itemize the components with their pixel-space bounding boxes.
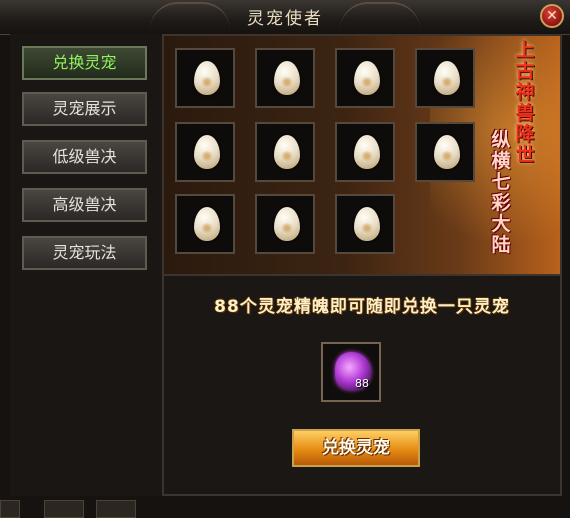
- item-slot[interactable]: 88: [321, 342, 381, 402]
- pet-envoy-window: 灵宠使者 ✕ 兑换灵宠 灵宠展示 低级兽决 高级兽决 灵宠玩法 上古神兽降世 纵…: [0, 0, 570, 518]
- egg-icon: [194, 207, 220, 241]
- close-icon: ✕: [546, 8, 558, 24]
- menu-label: 低级兽决: [52, 147, 117, 166]
- egg-icon: [354, 61, 380, 95]
- exchange-info-text: 88个灵宠精魄即可随即兑换一只灵宠: [214, 297, 510, 317]
- item-count: 88: [355, 377, 369, 390]
- menu-label: 灵宠玩法: [52, 243, 117, 262]
- egg-slot[interactable]: [335, 122, 395, 182]
- slogan-line-1: 上古神兽降世: [515, 39, 535, 166]
- egg-slot[interactable]: [255, 194, 315, 254]
- slogan-line-2: 纵横七彩大陆: [491, 129, 511, 256]
- menu-label: 兑换灵宠: [52, 53, 117, 72]
- bottom-tab[interactable]: [0, 500, 20, 518]
- egg-slot[interactable]: [255, 48, 315, 108]
- menu-exchange-pet[interactable]: 兑换灵宠: [22, 46, 147, 80]
- bottom-tab[interactable]: [96, 500, 136, 518]
- egg-icon: [194, 61, 220, 95]
- menu-pet-gameplay[interactable]: 灵宠玩法: [22, 236, 147, 270]
- bottom-tab-strip: [0, 500, 200, 518]
- window-title: 灵宠使者: [247, 9, 323, 29]
- exchange-button-label: 兑换灵宠: [322, 438, 390, 458]
- egg-icon: [274, 61, 300, 95]
- egg-icon: [274, 207, 300, 241]
- menu-label: 灵宠展示: [52, 99, 117, 118]
- menu-pet-showcase[interactable]: 灵宠展示: [22, 92, 147, 126]
- egg-icon: [354, 135, 380, 169]
- egg-slot[interactable]: [175, 194, 235, 254]
- egg-icon: [354, 207, 380, 241]
- menu-high-skill[interactable]: 高级兽决: [22, 188, 147, 222]
- exchange-pet-button[interactable]: 兑换灵宠: [292, 429, 420, 467]
- egg-slot[interactable]: [415, 48, 475, 108]
- menu-label: 高级兽决: [52, 195, 117, 214]
- close-button[interactable]: ✕: [540, 4, 564, 28]
- egg-icon: [194, 135, 220, 169]
- egg-slot[interactable]: [415, 122, 475, 182]
- egg-icon: [434, 61, 460, 95]
- egg-icon: [434, 135, 460, 169]
- egg-slot[interactable]: [175, 48, 235, 108]
- sidebar: 兑换灵宠 灵宠展示 低级兽决 高级兽决 灵宠玩法: [10, 34, 164, 496]
- bottom-tab[interactable]: [44, 500, 84, 518]
- egg-icon: [274, 135, 300, 169]
- title-bar: 灵宠使者 ✕: [0, 0, 570, 35]
- menu-low-skill[interactable]: 低级兽决: [22, 140, 147, 174]
- egg-slot[interactable]: [175, 122, 235, 182]
- egg-slot[interactable]: [335, 48, 395, 108]
- egg-slot[interactable]: [335, 194, 395, 254]
- egg-slot[interactable]: [255, 122, 315, 182]
